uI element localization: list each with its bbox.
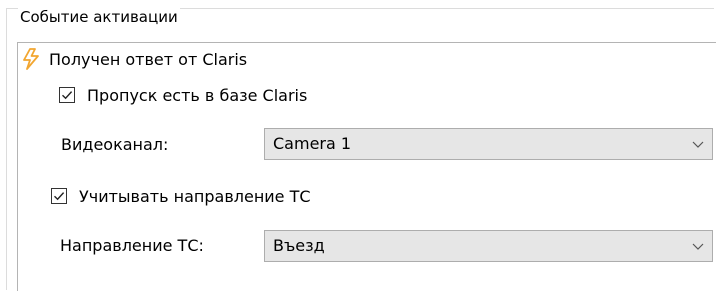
- consider-direction-checkbox-row[interactable]: Учитывать направление ТС: [51, 185, 311, 207]
- chevron-down-icon: [692, 139, 704, 149]
- consider-direction-checkbox[interactable]: [51, 188, 67, 204]
- pass-in-db-checkbox[interactable]: [59, 87, 75, 103]
- group-title: Событие активации: [18, 8, 180, 26]
- pass-in-db-label: Пропуск есть в базе Claris: [87, 85, 308, 105]
- consider-direction-label: Учитывать направление ТС: [79, 186, 311, 206]
- video-channel-dropdown[interactable]: Camera 1: [264, 128, 713, 160]
- trigger-label: Получен ответ от Claris: [49, 49, 248, 69]
- video-channel-value: Camera 1: [273, 134, 352, 153]
- lightning-bolt-icon: [21, 48, 41, 70]
- chevron-down-icon: [692, 241, 704, 251]
- direction-dropdown[interactable]: Въезд: [264, 230, 713, 262]
- trigger-item[interactable]: Получен ответ от Claris: [21, 47, 247, 71]
- video-channel-label: Видеоканал:: [61, 135, 169, 154]
- direction-label: Направление ТС:: [60, 236, 204, 255]
- direction-value: Въезд: [273, 236, 325, 255]
- pass-in-db-checkbox-row[interactable]: Пропуск есть в базе Claris: [59, 84, 307, 106]
